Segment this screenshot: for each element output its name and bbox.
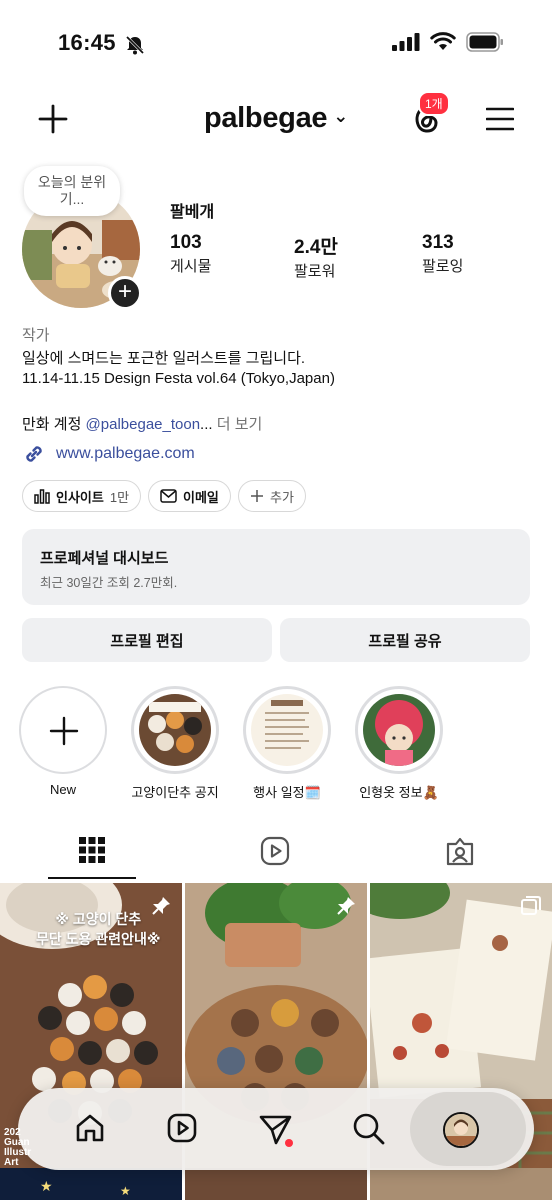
hamburger-menu-icon[interactable] (486, 106, 514, 132)
profile-note-bubble[interactable]: 오늘의 분위기... (24, 166, 120, 216)
link-icon (26, 446, 42, 462)
stat-following-label: 팔로잉 (422, 258, 464, 275)
chevron-down-icon: ⌄ (333, 106, 349, 126)
email-label: 이메일 (183, 489, 219, 505)
post-tile-4-text: 202 Guan Illustr Art (4, 1128, 31, 1168)
insights-chip[interactable]: 인사이트 1만 (22, 480, 142, 512)
post-caption-line-2: 무단 도용 관련안내※ (36, 931, 161, 947)
email-chip[interactable]: 이메일 (148, 480, 231, 512)
highlight-thumbnail (251, 694, 323, 766)
reels-icon[interactable] (166, 1112, 198, 1144)
pin-icon (337, 897, 355, 915)
grid-icon[interactable] (78, 836, 106, 864)
profile-tabs (0, 828, 552, 880)
bio-ellipsis: ... (200, 416, 213, 433)
profile-tab-avatar[interactable] (443, 1112, 479, 1148)
highlight-label: New (49, 782, 76, 797)
home-icon[interactable] (74, 1112, 106, 1144)
search-icon[interactable] (352, 1112, 386, 1146)
bio-mention-link[interactable]: @palbegae_toon (86, 416, 201, 433)
plus-icon (49, 716, 79, 746)
bio-category: 작가 (22, 327, 50, 344)
stat-following[interactable]: 313 팔로잉 (422, 232, 463, 276)
mail-icon (160, 489, 177, 503)
stat-posts[interactable]: 103 게시물 (170, 232, 211, 276)
bio-more-link[interactable]: 더 보기 (213, 416, 263, 433)
highlight-label: 고양이단추 공지 (131, 785, 219, 800)
insights-count: 1만 (109, 489, 130, 505)
bio-line-3: 만화 계정 @palbegae_toon... 더 보기 (22, 413, 262, 434)
bar-chart-icon (34, 489, 50, 504)
stat-followers-value: 2.4만 (294, 237, 338, 258)
active-tab-indicator (48, 877, 136, 879)
stat-following-value: 313 (422, 232, 454, 253)
share-profile-button[interactable]: 프로필 공유 (280, 618, 530, 662)
highlight-thumbnail (363, 694, 435, 766)
tagged-icon[interactable] (444, 836, 476, 868)
post-tile-4-line-4: Art (4, 1157, 19, 1168)
stat-posts-label: 게시물 (170, 258, 212, 275)
post-tile-4[interactable]: ★ ★ (0, 1168, 182, 1200)
highlight-thumbnail (139, 694, 211, 766)
bottom-navigation (18, 1088, 534, 1170)
highlight-doll-clothes[interactable]: 인형옷 정보🧸 (354, 686, 444, 801)
bio-line-2: 11.14-11.15 Design Festa vol.64 (Tokyo,J… (22, 370, 335, 387)
send-icon[interactable] (258, 1112, 294, 1148)
bio-line-3-prefix: 만화 계정 (22, 416, 86, 433)
post-caption-overlay: ※ 고양이 단추 무단 도용 관련안내※ (36, 909, 160, 949)
dashboard-subtitle: 최근 30일간 조회 2.7만회. (40, 576, 178, 590)
post-caption-line-1: ※ 고양이 단추 (55, 911, 142, 927)
add-story-plus-icon[interactable]: + (108, 276, 142, 310)
star-icon: ★ (120, 1184, 131, 1198)
carousel-icon (521, 896, 541, 915)
status-time: 16:45 (58, 30, 116, 55)
star-icon: ★ (40, 1178, 53, 1194)
display-name: 팔베개 (170, 204, 215, 221)
post-tile-5[interactable] (185, 1168, 367, 1200)
insights-label: 인사이트 (56, 489, 104, 505)
new-highlight-ring (19, 686, 107, 774)
edit-profile-button[interactable]: 프로필 편집 (22, 618, 272, 662)
plus-icon (251, 490, 263, 502)
professional-dashboard[interactable]: 프로페셔널 대시보드 최근 30일간 조회 2.7만회. (22, 529, 530, 605)
highlight-label: 행사 일정🗓️ (253, 785, 321, 800)
highlight-new[interactable]: New (18, 686, 108, 797)
add-label: 추가 (270, 489, 294, 505)
add-chip[interactable]: 추가 (238, 480, 306, 512)
bio-website-link[interactable]: www.palbegae.com (22, 442, 195, 466)
battery-icon (466, 32, 503, 52)
highlight-cat-buttons[interactable]: 고양이단추 공지 (130, 686, 220, 801)
stat-followers-label: 팔로워 (294, 263, 336, 280)
reels-icon[interactable] (260, 836, 290, 866)
silent-bell-icon (125, 35, 145, 55)
stat-followers[interactable]: 2.4만 팔로워 (294, 232, 338, 281)
highlight-label: 인형옷 정보🧸 (359, 785, 439, 800)
bio-line-1: 일상에 스며드는 포근한 일러스트를 그립니다. (22, 350, 306, 367)
avatar-thumbnail (445, 1114, 477, 1146)
pin-icon (152, 897, 170, 915)
website-url: www.palbegae.com (56, 445, 195, 462)
signal-icon (392, 33, 420, 51)
wifi-icon (430, 32, 456, 50)
post-tile-6[interactable] (370, 1168, 552, 1200)
username-title: palbegae (203, 102, 328, 134)
dashboard-title: 프로페셔널 대시보드 (40, 550, 169, 567)
stat-posts-value: 103 (170, 232, 202, 253)
status-icons (392, 32, 504, 52)
highlight-event-schedule[interactable]: 행사 일정🗓️ (242, 686, 332, 801)
threads-badge: 1개 (418, 91, 450, 116)
username-switcher[interactable]: palbegae ⌄ (0, 102, 552, 135)
